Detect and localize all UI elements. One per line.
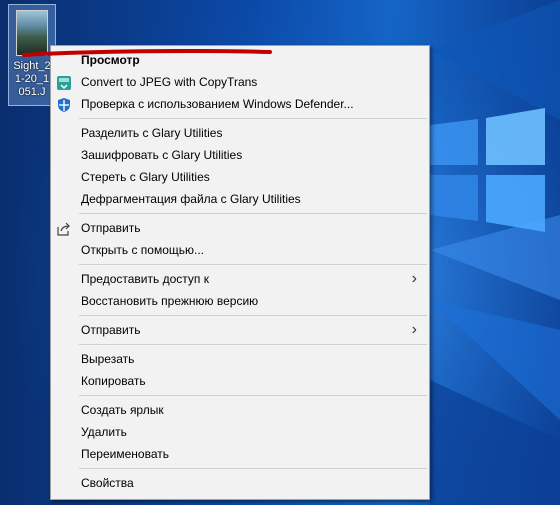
menu-item[interactable]: Переименовать (51, 443, 429, 465)
menu-separator (79, 315, 427, 316)
menu-item[interactable]: Convert to JPEG with CopyTrans (51, 71, 429, 93)
menu-item[interactable]: Создать ярлык (51, 399, 429, 421)
menu-item-label: Отправить (81, 323, 141, 337)
chevron-right-icon: › (411, 321, 417, 338)
menu-item-label: Создать ярлык (81, 403, 164, 417)
menu-item-label: Дефрагментация файла с Glary Utilities (81, 192, 301, 206)
menu-item[interactable]: Проверка с использованием Windows Defend… (51, 93, 429, 115)
context-menu: Просмотр Convert to JPEG with CopyTrans Пр… (50, 45, 430, 500)
menu-item[interactable]: Разделить с Glary Utilities (51, 122, 429, 144)
menu-separator (79, 213, 427, 214)
file-name-label: Sight_2 1-20_1 051.J (13, 60, 51, 98)
menu-item-label: Разделить с Glary Utilities (81, 126, 223, 140)
menu-item[interactable]: Предоставить доступ к › (51, 268, 429, 290)
menu-item[interactable]: Копировать (51, 370, 429, 392)
menu-item-label: Свойства (81, 476, 134, 490)
menu-item-label: Зашифровать с Glary Utilities (81, 148, 243, 162)
menu-item-label: Переименовать (81, 447, 169, 461)
menu-item-label: Копировать (81, 374, 146, 388)
menu-item[interactable]: Свойства (51, 472, 429, 494)
menu-item[interactable]: Открыть с помощью... (51, 239, 429, 261)
desktop-file-icon[interactable]: Sight_2 1-20_1 051.J (6, 4, 56, 106)
chevron-right-icon: › (411, 270, 417, 287)
menu-item[interactable]: Вырезать (51, 348, 429, 370)
menu-separator (79, 468, 427, 469)
menu-item-label: Удалить (81, 425, 127, 439)
menu-item-label: Проверка с использованием Windows Defend… (81, 97, 354, 111)
menu-item-label: Восстановить прежнюю версию (81, 294, 259, 308)
windows-defender-icon (57, 97, 71, 112)
menu-item[interactable]: Стереть с Glary Utilities (51, 166, 429, 188)
menu-item[interactable]: Просмотр (51, 49, 429, 71)
menu-item-label: Просмотр (81, 53, 140, 67)
menu-separator (79, 344, 427, 345)
menu-separator (79, 264, 427, 265)
menu-item-label: Отправить (81, 221, 141, 235)
menu-item-label: Convert to JPEG with CopyTrans (81, 75, 258, 89)
share-icon (57, 221, 71, 236)
menu-item[interactable]: Дефрагментация файла с Glary Utilities (51, 188, 429, 210)
menu-separator (79, 395, 427, 396)
menu-separator (79, 118, 427, 119)
menu-item-label: Стереть с Glary Utilities (81, 170, 210, 184)
menu-item-label: Вырезать (81, 352, 135, 366)
menu-item-label: Предоставить доступ к (81, 272, 209, 286)
menu-item[interactable]: Восстановить прежнюю версию (51, 290, 429, 312)
menu-item[interactable]: Удалить (51, 421, 429, 443)
image-thumbnail (16, 10, 48, 56)
menu-item[interactable]: Отправить (51, 217, 429, 239)
menu-item[interactable]: Зашифровать с Glary Utilities (51, 144, 429, 166)
menu-item-label: Открыть с помощью... (81, 243, 205, 257)
menu-item[interactable]: Отправить › (51, 319, 429, 341)
copytrans-icon (57, 75, 71, 90)
